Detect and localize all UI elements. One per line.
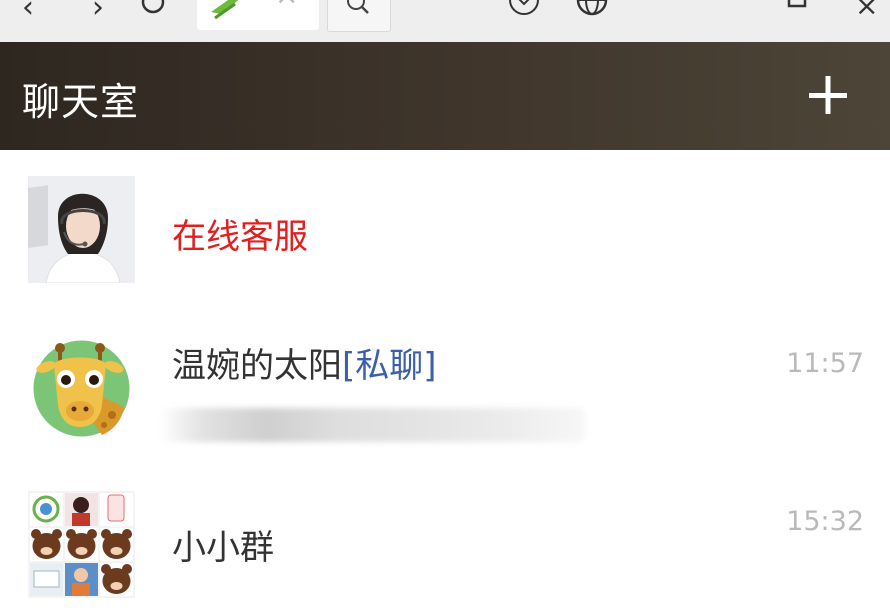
browser-toolbar: ‹ › × ··· ×	[0, 0, 890, 43]
chat-time: 15:32	[786, 506, 864, 537]
chat-name: 温婉的太阳[私聊]	[172, 338, 437, 387]
page-title: 聊天室	[22, 80, 140, 124]
chat-name: 小小群	[172, 520, 274, 569]
chat-preview-blurred	[160, 408, 585, 442]
tab-favicon	[211, 0, 239, 20]
group-avatar	[28, 491, 135, 598]
refresh-icon[interactable]	[138, 0, 168, 20]
chat-header: 聊天室	[0, 42, 890, 150]
tab-close-icon[interactable]: ×	[275, 0, 298, 11]
chat-name: 在线客服	[172, 209, 308, 258]
chat-item-customer-service[interactable]: 在线客服	[0, 151, 890, 309]
plus-icon	[809, 76, 847, 114]
search-icon	[347, 0, 369, 14]
chat-item-private[interactable]: 温婉的太阳[私聊] 11:57	[0, 308, 890, 467]
download-icon[interactable]	[506, 0, 542, 20]
avatar	[28, 176, 135, 283]
back-icon[interactable]: ‹	[22, 0, 34, 28]
more-icon[interactable]: ···	[645, 0, 680, 18]
search-box[interactable]	[327, 0, 391, 32]
globe-icon[interactable]	[574, 0, 610, 20]
close-window-icon[interactable]: ×	[855, 0, 878, 26]
browser-tab[interactable]: ×	[197, 0, 319, 30]
chat-item-group[interactable]: 小小群 15:32	[0, 466, 890, 610]
chat-name-text: 温婉的太阳	[172, 346, 342, 386]
private-chat-tag: [私聊]	[342, 346, 437, 386]
add-chat-button[interactable]	[800, 68, 856, 124]
restore-window-icon[interactable]	[786, 0, 808, 12]
avatar	[28, 335, 135, 442]
chat-time: 11:57	[786, 348, 864, 379]
chat-name-text: 小小群	[172, 528, 274, 568]
chat-name-text: 在线客服	[172, 217, 308, 257]
forward-icon[interactable]: ›	[92, 0, 104, 28]
